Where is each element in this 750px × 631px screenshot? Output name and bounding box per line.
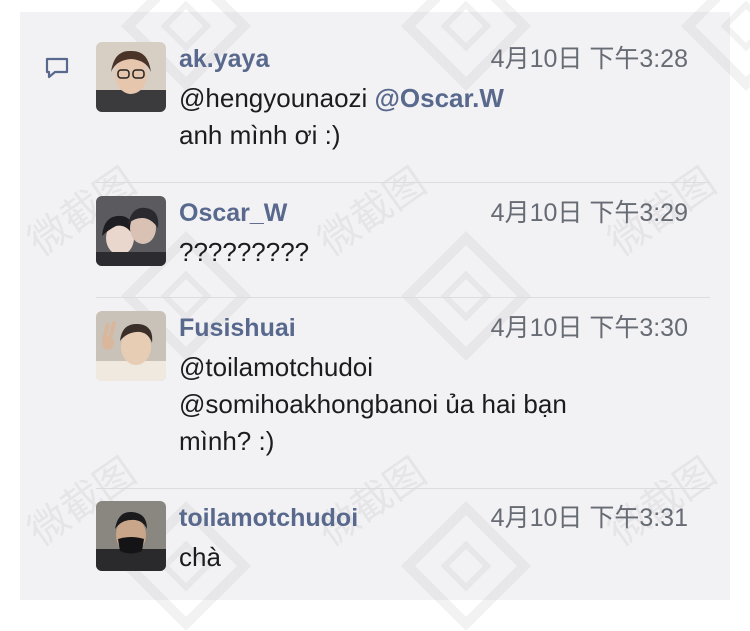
- divider: [96, 297, 710, 298]
- comment-timestamp: 4月10日 下午3:29: [490, 199, 688, 227]
- comment-text: chà: [179, 542, 221, 572]
- avatar[interactable]: [96, 501, 166, 571]
- comment-text-line: anh mình ơi :): [179, 120, 341, 150]
- comment-item: Fusishuai 4月10日 下午3:30 @toilamotchudoi @…: [96, 311, 710, 471]
- comment-username[interactable]: ak.yaya: [179, 42, 269, 76]
- comment-username[interactable]: Fusishuai: [179, 311, 296, 345]
- comment-text-line: mình? :): [179, 426, 275, 456]
- comment-item: ak.yaya 4月10日 下午3:28 @hengyounaozi @Osca…: [96, 42, 710, 172]
- avatar[interactable]: [96, 196, 166, 266]
- mention[interactable]: @toilamotchudoi: [179, 349, 679, 386]
- mention-link[interactable]: @Oscar.W: [375, 83, 504, 113]
- comment-text: @hengyounaozi @Oscar.W anh mình ơi :): [179, 80, 679, 154]
- comment-text: ?????????: [179, 237, 310, 267]
- avatar[interactable]: [96, 311, 166, 381]
- comment-text: @toilamotchudoi @somihoakhongbanoi ủa ha…: [179, 349, 679, 460]
- avatar[interactable]: [96, 42, 166, 112]
- comment-username[interactable]: Oscar_W: [179, 196, 287, 230]
- comment-item: toilamotchudoi 4月10日 下午3:31 chà: [96, 501, 710, 591]
- comment-timestamp: 4月10日 下午3:30: [490, 314, 688, 342]
- comment-item: Oscar_W 4月10日 下午3:29 ?????????: [96, 196, 710, 286]
- divider: [96, 488, 710, 489]
- comment-text-line: @somihoakhongbanoi ủa hai bạn: [179, 389, 567, 419]
- comment-username[interactable]: toilamotchudoi: [179, 501, 358, 535]
- divider: [96, 182, 710, 183]
- comment-timestamp: 4月10日 下午3:31: [490, 504, 688, 532]
- comment-timestamp: 4月10日 下午3:28: [490, 45, 688, 73]
- speech-bubble-icon: [44, 56, 70, 80]
- mention[interactable]: @hengyounaozi: [179, 83, 367, 113]
